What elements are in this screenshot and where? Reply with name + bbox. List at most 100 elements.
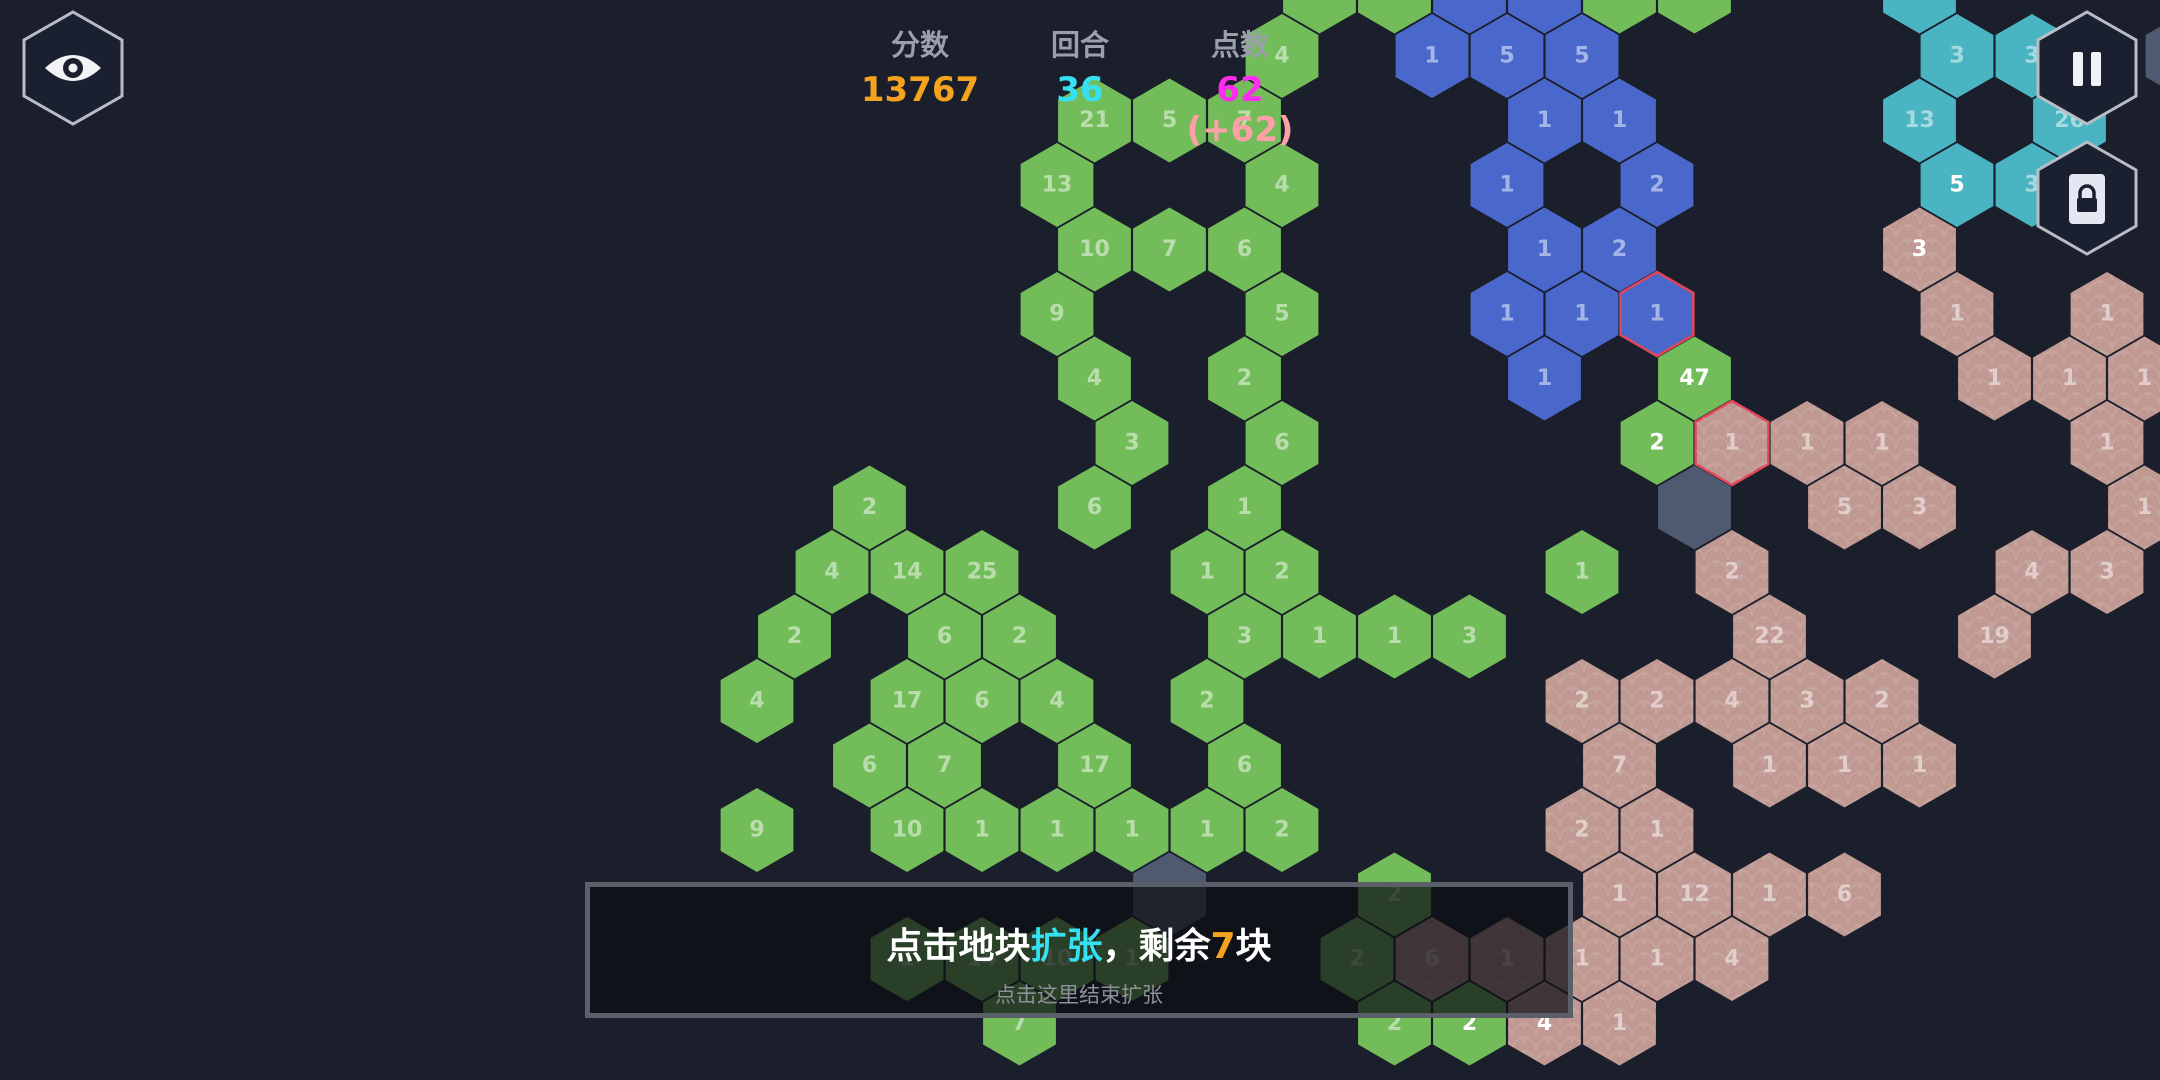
hex-tile-pink[interactable]: 2 — [1545, 788, 1619, 872]
hex-tile-pink[interactable]: 1 — [2070, 401, 2144, 485]
hex-tile-green[interactable]: 6 — [1208, 207, 1281, 292]
hex-tile-pink[interactable]: 12 — [1658, 852, 1731, 937]
hex-tile-blue[interactable]: 1 — [1470, 143, 1544, 227]
hex-tile-blue[interactable]: 2 — [1620, 143, 1694, 227]
hex-tile-pink[interactable]: 1 — [1583, 981, 1656, 1066]
hex-tile-pink[interactable]: 1 — [1920, 272, 1994, 356]
hex-tile-green[interactable]: 10 — [1058, 207, 1131, 292]
hex-tile-green[interactable]: 2 — [983, 594, 1056, 679]
hex-tile-pink[interactable]: 6 — [1808, 852, 1881, 937]
hex-tile-green[interactable]: 25 — [945, 530, 1019, 614]
hex-tile-blue[interactable]: 1 — [1583, 78, 1656, 163]
hex-tile-green[interactable] — [1658, 0, 1731, 34]
hex-tile-green[interactable]: 2 — [1245, 530, 1319, 614]
hex-tile-blue[interactable]: 1 — [1470, 272, 1544, 356]
hex-tile-pink[interactable]: 4 — [1695, 659, 1769, 743]
hex-tile-green[interactable]: 4 — [1245, 143, 1319, 227]
hex-tile-green[interactable]: 7 — [1133, 207, 1206, 292]
hex-tile-green[interactable]: 4 — [1058, 336, 1131, 421]
hex-tile-green[interactable]: 6 — [1245, 401, 1319, 485]
pause-button[interactable] — [2032, 8, 2142, 128]
hex-tile-blue[interactable]: 1 — [1508, 78, 1581, 163]
hex-tile-pink[interactable]: 5 — [1808, 465, 1881, 550]
hex-tile-green[interactable]: 2 — [1208, 336, 1281, 421]
hex-tile-pink[interactable]: 1 — [1883, 723, 1956, 808]
hex-tile-green[interactable]: 6 — [1058, 465, 1131, 550]
hex-tile-green[interactable]: 6 — [945, 659, 1019, 743]
hex-tile-green[interactable]: 1 — [1095, 788, 1169, 872]
hex-tile-green[interactable]: 1 — [1358, 594, 1431, 679]
hex-tile-green[interactable]: 5 — [1245, 272, 1319, 356]
hex-tile-green[interactable]: 2 — [758, 594, 831, 679]
hex-tile-green[interactable]: 17 — [1058, 723, 1131, 808]
hex-tile-pink[interactable]: 1 — [1620, 788, 1694, 872]
hex-tile-pink[interactable]: 2 — [1545, 659, 1619, 743]
hex-tile-green[interactable]: 1 — [1170, 788, 1244, 872]
hex-tile-pink[interactable]: 1 — [1808, 723, 1881, 808]
hex-tile-number: 3 — [1799, 689, 1814, 714]
hex-tile-pink[interactable]: 1 — [1620, 917, 1694, 1001]
hex-tile-blue[interactable]: 1 — [1508, 336, 1581, 421]
hex-tile-green[interactable]: 6 — [833, 723, 906, 808]
hex-tile-green[interactable]: 2 — [833, 465, 906, 550]
hex-tile-pink[interactable]: 4 — [1995, 530, 2069, 614]
hex-tile-green[interactable]: 14 — [870, 530, 944, 614]
hex-tile-pink[interactable]: 1 — [1733, 852, 1806, 937]
hex-tile-pink[interactable]: 1 — [2070, 272, 2144, 356]
hex-tile-pink[interactable]: 1 — [1583, 852, 1656, 937]
hex-tile-green[interactable]: 6 — [1208, 723, 1281, 808]
hex-tile-green[interactable]: 1 — [1545, 530, 1619, 614]
lock-button[interactable] — [2032, 138, 2142, 258]
end-expansion-prompt[interactable]: 点击地块扩张，剩余7块 点击这里结束扩张 — [585, 882, 1573, 1018]
hex-tile-green[interactable]: 4 — [720, 659, 794, 743]
hex-tile-pink[interactable]: 1 — [1694, 399, 1770, 487]
hex-tile-teal[interactable]: 5 — [1920, 143, 1994, 227]
hex-tile-green[interactable]: 10 — [870, 788, 944, 872]
hex-tile-green[interactable]: 2 — [1170, 659, 1244, 743]
hex-tile-green[interactable]: 3 — [1208, 594, 1281, 679]
hex-tile-teal[interactable]: 3 — [1920, 14, 1994, 98]
hex-tile-blue[interactable]: 5 — [1545, 14, 1619, 98]
hex-tile-pink[interactable]: 3 — [1883, 465, 1956, 550]
hex-tile-green[interactable]: 9 — [1020, 272, 1094, 356]
hex-tile-blue[interactable]: 1 — [1508, 207, 1581, 292]
hex-tile-pink[interactable]: 2 — [1620, 659, 1694, 743]
hex-tile-pink[interactable]: 1 — [2033, 336, 2106, 421]
hex-tile-blue[interactable]: 1 — [1395, 14, 1469, 98]
hex-tile-green[interactable]: 1 — [945, 788, 1019, 872]
hex-tile-pink[interactable]: 3 — [1770, 659, 1844, 743]
hex-tile-pink[interactable]: 1 — [1958, 336, 2031, 421]
hex-tile-blue[interactable]: 1 — [1545, 272, 1619, 356]
hex-tile-pink[interactable]: 7 — [1583, 723, 1656, 808]
hex-tile-pink[interactable]: 1 — [1733, 723, 1806, 808]
hex-tile-green[interactable]: 9 — [720, 788, 794, 872]
hex-tile-pink[interactable]: 19 — [1958, 594, 2031, 679]
hex-tile-pink[interactable]: 1 — [1845, 401, 1919, 485]
hex-tile-pink[interactable]: 22 — [1733, 594, 1806, 679]
hex-tile-green[interactable]: 1 — [1020, 788, 1094, 872]
toggle-view-button[interactable] — [18, 8, 128, 128]
hex-tile-green[interactable]: 1 — [1170, 530, 1244, 614]
hex-tile-gray[interactable] — [2145, 14, 2160, 98]
hex-tile-pink[interactable]: 4 — [1695, 917, 1769, 1001]
hex-tile-green[interactable]: 3 — [1433, 594, 1506, 679]
hex-tile-pink[interactable]: 2 — [1695, 530, 1769, 614]
hex-tile-green[interactable]: 6 — [908, 594, 981, 679]
hex-tile-green[interactable]: 4 — [795, 530, 869, 614]
hex-tile-pink[interactable]: 3 — [1883, 207, 1956, 292]
hex-tile-green[interactable]: 1 — [1283, 594, 1356, 679]
hex-tile-green[interactable]: 3 — [1095, 401, 1169, 485]
hex-tile-green[interactable]: 4 — [1020, 659, 1094, 743]
hex-tile-blue[interactable]: 1 — [1619, 270, 1695, 358]
hex-tile-pink[interactable]: 3 — [2070, 530, 2144, 614]
hex-tile-green[interactable]: 7 — [908, 723, 981, 808]
hex-tile-pink[interactable]: 2 — [1845, 659, 1919, 743]
hex-tile-teal[interactable]: 13 — [1883, 78, 1956, 163]
hex-tile-blue[interactable]: 5 — [1470, 14, 1544, 98]
hex-tile-green[interactable]: 2 — [1620, 401, 1694, 485]
hex-tile-green[interactable]: 17 — [870, 659, 944, 743]
hex-tile-green[interactable]: 13 — [1020, 143, 1094, 227]
hex-tile-green[interactable]: 2 — [1245, 788, 1319, 872]
hex-tile-green[interactable]: 1 — [1208, 465, 1281, 550]
hex-tile-pink[interactable]: 1 — [1770, 401, 1844, 485]
